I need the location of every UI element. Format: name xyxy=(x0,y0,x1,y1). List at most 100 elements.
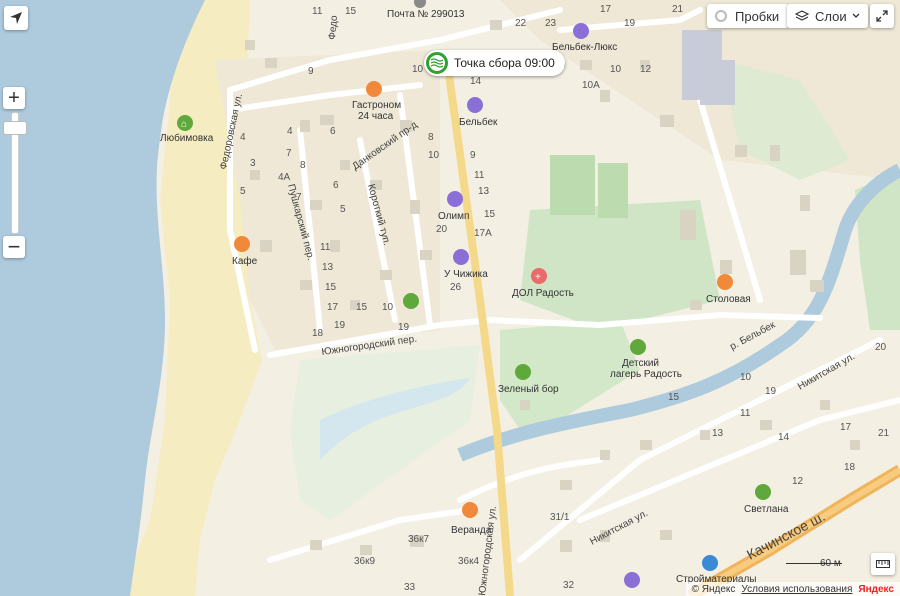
house-number: 23 xyxy=(545,18,557,29)
house-number: 6 xyxy=(333,180,339,191)
house-number: 13 xyxy=(478,186,490,197)
poi-veranda-label: Веранда xyxy=(451,525,492,536)
poi-gastronom-label-2: 24 часа xyxy=(358,111,394,122)
house-number: 12 xyxy=(792,476,804,487)
meeting-point-marker[interactable]: Точка сбора 09:00 xyxy=(424,50,565,76)
house-number: 21 xyxy=(878,428,890,439)
layers-button[interactable]: Слои xyxy=(787,4,868,28)
house-number: 19 xyxy=(765,386,777,397)
chevron-down-icon xyxy=(852,13,860,18)
svg-text:+: + xyxy=(535,272,541,283)
house-number: 10 xyxy=(382,302,394,313)
ruler-icon xyxy=(876,560,890,568)
geolocation-button[interactable] xyxy=(4,6,28,30)
poi-svetlana-label: Светлана xyxy=(744,504,789,515)
house-number: 36к4 xyxy=(458,556,479,567)
house-number: 10 xyxy=(610,64,622,75)
plus-icon: + xyxy=(8,86,20,109)
house-number: 4А xyxy=(278,172,291,183)
poi-zelenyi-bor-label: Зеленый бор xyxy=(498,383,559,395)
house-number: 17 xyxy=(327,302,339,313)
house-number: 7 xyxy=(286,148,292,159)
house-number: 18 xyxy=(312,328,324,339)
scale-indicator: 60 м xyxy=(786,558,842,569)
house-number: 17 xyxy=(600,4,612,15)
house-number: 17 xyxy=(840,422,852,433)
traffic-button[interactable]: Пробки xyxy=(707,4,790,28)
poi-detsky-label-1: Детский xyxy=(622,358,659,369)
house-number: 4 xyxy=(240,132,246,143)
house-number: 8 xyxy=(300,160,306,171)
house-number: 10 xyxy=(428,150,440,161)
house-number: 19 xyxy=(624,18,636,29)
poi-belbek-label: Бельбек xyxy=(459,116,498,128)
meeting-point-icon xyxy=(426,52,448,74)
house-number: 10 xyxy=(412,64,424,75)
house-number: 15 xyxy=(668,392,680,403)
house-number: 5 xyxy=(240,186,246,197)
house-number: 9 xyxy=(470,150,476,161)
house-number: 22 xyxy=(515,18,527,29)
house-number: 15 xyxy=(325,282,337,293)
house-number: 36к7 xyxy=(408,534,429,545)
poi-detsky-label-2: лагерь Радость xyxy=(610,369,682,380)
house-number: 10А xyxy=(582,80,600,91)
yandex-logo: Яндекс xyxy=(858,583,894,595)
poi-belbek-lux-label: Бельбек-Люкс xyxy=(552,41,617,53)
house-number: 20 xyxy=(436,224,448,235)
house-number: 15 xyxy=(484,209,496,220)
house-number: 19 xyxy=(334,320,346,331)
house-number: 8 xyxy=(428,132,434,143)
house-number: 36к9 xyxy=(354,556,375,567)
layers-label: Слои xyxy=(815,8,847,24)
poi-lyubimovka-label: Любимовка xyxy=(160,132,214,144)
house-number: 10 xyxy=(740,372,752,383)
poi-u-chizhika-label: У Чижика xyxy=(444,269,488,280)
house-number: 17А xyxy=(474,228,492,239)
house-number: 33 xyxy=(404,582,416,593)
house-number: 11 xyxy=(320,242,331,253)
location-arrow-icon xyxy=(10,12,22,24)
house-number: 18 xyxy=(844,462,856,473)
poi-stolovaya-label: Столовая xyxy=(706,294,751,305)
traffic-label: Пробки xyxy=(735,8,780,24)
zoom-out-button[interactable]: − xyxy=(3,234,25,259)
poi-gastronom-label: Гастроном xyxy=(352,100,401,111)
house-number: 6 xyxy=(330,126,336,137)
house-number: 14 xyxy=(470,76,482,87)
scale-label: 60 м xyxy=(820,558,841,569)
house-number: 12 xyxy=(640,64,652,75)
poi-post-label: Почта № 299013 xyxy=(387,9,465,20)
map-footer: © Яндекс Условия использования Яндекс xyxy=(685,582,900,596)
house-number: 31/1 xyxy=(550,512,570,523)
house-number: 11 xyxy=(740,408,751,419)
poi-kafe-label: Кафе xyxy=(232,255,258,267)
house-number: 21 xyxy=(672,4,684,15)
house-number: 11 xyxy=(474,170,485,181)
zoom-in-button[interactable]: + xyxy=(3,87,25,109)
poi-olimp-label: Олимп xyxy=(438,211,469,222)
house-number: 7 xyxy=(296,192,302,203)
house-number: 11 xyxy=(312,6,323,17)
poi-unnamed-green[interactable] xyxy=(403,293,419,309)
terms-link[interactable]: Условия использования xyxy=(741,584,852,595)
copyright-text: © Яндекс xyxy=(691,583,736,595)
house-number: 9 xyxy=(308,66,314,77)
traffic-icon xyxy=(715,10,727,22)
house-number: 13 xyxy=(322,262,334,273)
poi-bottom-hotel[interactable] xyxy=(624,572,640,588)
house-number: 15 xyxy=(345,6,357,17)
ruler-button[interactable] xyxy=(871,553,895,575)
house-number: 4 xyxy=(287,126,293,137)
house-number: 13 xyxy=(712,428,724,439)
house-number: 32 xyxy=(563,580,575,591)
zoom-slider-handle[interactable] xyxy=(3,121,27,135)
fullscreen-button[interactable] xyxy=(870,4,894,28)
map-canvas[interactable]: р. Бельбек Федоровская ул. Федо Данковск… xyxy=(0,0,900,596)
poi-dol-radost-label: ДОЛ Радость xyxy=(512,288,574,299)
minus-icon: − xyxy=(7,234,21,259)
expand-icon xyxy=(876,10,888,22)
house-number: 14 xyxy=(778,432,790,443)
house-number: 20 xyxy=(875,342,887,353)
house-number: 3 xyxy=(250,158,256,169)
